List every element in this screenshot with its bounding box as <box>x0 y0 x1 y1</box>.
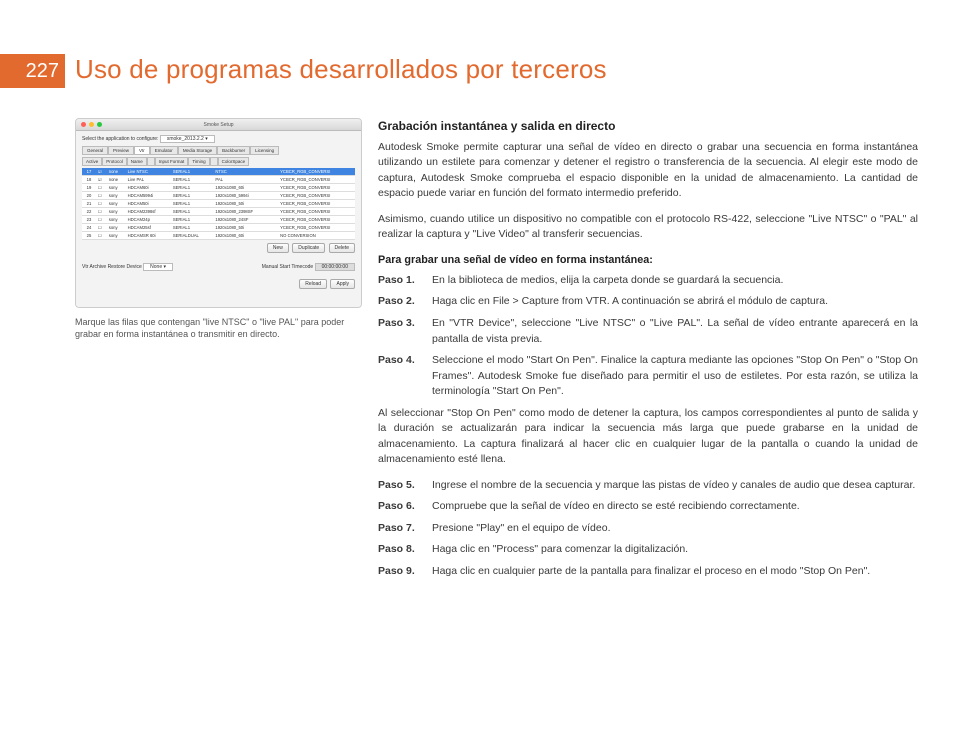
main-tab[interactable]: Emulator <box>150 146 178 155</box>
table-header-cell: Timing <box>188 157 209 166</box>
step-row: Paso 8. Haga clic en "Process" para comen… <box>378 542 918 558</box>
step-label: Paso 6. <box>378 499 424 515</box>
step-row: Paso 7. Presione "Play" en el equipo de v… <box>378 521 918 537</box>
table-header-cell: ColorSpace <box>218 157 250 166</box>
table-header-cell: Name <box>127 157 147 166</box>
apply-button[interactable]: Apply <box>330 279 355 289</box>
step-text: Ingrese el nombre de la secuencia y marq… <box>432 478 918 494</box>
duplicate-button[interactable]: Duplicate <box>292 243 325 253</box>
table-row[interactable]: 19sonyHDCAM60iSERIAL11920x1080_60iYCBCR_… <box>82 184 355 192</box>
left-column: Smoke Setup Select the application to co… <box>75 118 362 340</box>
table-header-cell: Active <box>82 157 102 166</box>
main-tab[interactable]: Licensing <box>250 146 279 155</box>
table-row[interactable]: 24sonyHDCAM25sfSERIAL11920x1080_50iYCBCR… <box>82 224 355 232</box>
page-title: Uso de programas desarrollados por terce… <box>75 54 607 85</box>
checkbox-icon[interactable] <box>98 169 102 174</box>
step-text: Haga clic en cualquier parte de la panta… <box>432 564 918 580</box>
step-text: Haga clic en "Process" para comenzar la … <box>432 542 918 558</box>
step-text: Compruebe que la señal de vídeo en direc… <box>432 499 918 515</box>
checkbox-icon[interactable] <box>98 209 102 214</box>
window-titlebar: Smoke Setup <box>76 119 361 131</box>
step-text: Haga clic en File > Capture from VTR. A … <box>432 294 918 310</box>
checkbox-icon[interactable] <box>98 193 102 198</box>
table-row[interactable]: 20sonyHDCAM5994iSERIAL11920x1080_5994iYC… <box>82 192 355 200</box>
table-row[interactable]: 23sonyHDCAM24pSERIAL11920x1080_24SFYCBCR… <box>82 216 355 224</box>
step-label: Paso 9. <box>378 564 424 580</box>
step-label: Paso 1. <box>378 273 424 289</box>
main-tab[interactable]: Preview <box>108 146 134 155</box>
delete-button[interactable]: Delete <box>329 243 355 253</box>
section-paragraph-2: Asimismo, cuando utilice un dispositivo … <box>378 212 918 243</box>
main-tabs: GeneralPreviewVtrEmulatorMedia StorageBa… <box>82 146 355 155</box>
table-row[interactable]: 25sonyHDCAMSR 60iSERIALDUAL1920x1080_60i… <box>82 232 355 240</box>
table-row[interactable]: 17noneLive NTSCSERIAL1NTSCYCBCR_RGB_CONV… <box>82 168 355 176</box>
table-row[interactable]: 18noneLive PALSERIAL1PALYCBCR_RGB_CONVER… <box>82 176 355 184</box>
zoom-icon[interactable] <box>97 122 102 127</box>
vtr-table: 17noneLive NTSCSERIAL1NTSCYCBCR_RGB_CONV… <box>82 168 355 240</box>
main-tab[interactable]: Backburner <box>217 146 250 155</box>
step-label: Paso 4. <box>378 353 424 400</box>
minimize-icon[interactable] <box>89 122 94 127</box>
step-label: Paso 3. <box>378 316 424 347</box>
section-paragraph-1: Autodesk Smoke permite capturar una seña… <box>378 140 918 202</box>
checkbox-icon[interactable] <box>98 177 102 182</box>
select-app-label: Select the application to configure: <box>82 136 158 142</box>
main-tab[interactable]: Media Storage <box>178 146 217 155</box>
new-button[interactable]: New <box>267 243 289 253</box>
checkbox-icon[interactable] <box>98 185 102 190</box>
window-body: Select the application to configure: smo… <box>76 131 361 308</box>
sub-heading: Para grabar una señal de vídeo en forma … <box>378 253 918 269</box>
step-text: En "VTR Device", seleccione "Live NTSC" … <box>432 316 918 347</box>
step-text: Seleccione el modo "Start On Pen". Final… <box>432 353 918 400</box>
step-row: Paso 6. Compruebe que la señal de vídeo e… <box>378 499 918 515</box>
section-heading: Grabación instantánea y salida en direct… <box>378 118 918 136</box>
timecode-label: Manual Start Timecode <box>262 264 313 270</box>
step-label: Paso 7. <box>378 521 424 537</box>
table-row[interactable]: 22sonyHDCAM2398sfSERIAL11920x1080_2398SF… <box>82 208 355 216</box>
step-row: Paso 2. Haga clic en File > Capture from … <box>378 294 918 310</box>
step-row: Paso 9. Haga clic en cualquier parte de l… <box>378 564 918 580</box>
step-label: Paso 2. <box>378 294 424 310</box>
archive-label: Vtr Archive Restore Device <box>82 264 142 270</box>
table-header-cell: Protocol <box>102 157 127 166</box>
step-label: Paso 8. <box>378 542 424 558</box>
window-title: Smoke Setup <box>76 119 361 131</box>
step-text: En la biblioteca de medios, elija la car… <box>432 273 918 289</box>
archive-dropdown[interactable]: None ▾ <box>143 263 173 271</box>
app-screenshot: Smoke Setup Select the application to co… <box>75 118 362 308</box>
table-header-cell: Input Format <box>155 157 189 166</box>
section-paragraph-3: Al seleccionar "Stop On Pen" como modo d… <box>378 406 918 468</box>
step-row: Paso 5. Ingrese el nombre de la secuencia… <box>378 478 918 494</box>
step-row: Paso 3. En "VTR Device", seleccione "Live… <box>378 316 918 347</box>
checkbox-icon[interactable] <box>98 217 102 222</box>
step-text: Presione "Play" en el equipo de vídeo. <box>432 521 918 537</box>
step-row: Paso 4.Seleccione el modo "Start On Pen"… <box>378 353 918 400</box>
table-header: ActiveProtocolName Input FormatTiming Colo… <box>82 157 355 166</box>
table-row[interactable]: 21sonyHDCAM50iSERIAL11920x1080_50iYCBCR_… <box>82 200 355 208</box>
table-header-cell <box>210 157 218 166</box>
reload-button[interactable]: Reload <box>299 279 327 289</box>
main-tab[interactable]: Vtr <box>134 146 150 155</box>
checkbox-icon[interactable] <box>98 225 102 230</box>
page-number-badge: 227 <box>0 54 65 88</box>
close-icon[interactable] <box>81 122 86 127</box>
figure-caption: Marque las filas que contengan "live NTS… <box>75 316 362 340</box>
step-label: Paso 5. <box>378 478 424 494</box>
checkbox-icon[interactable] <box>98 233 102 238</box>
select-app-dropdown[interactable]: smoke_2013.2.2 ▾ <box>160 135 215 143</box>
checkbox-icon[interactable] <box>98 201 102 206</box>
table-header-cell <box>147 157 155 166</box>
main-tab[interactable]: General <box>82 146 108 155</box>
right-column: Grabación instantánea y salida en direct… <box>378 118 918 585</box>
step-row: Paso 1. En la biblioteca de medios, elija… <box>378 273 918 289</box>
timecode-field[interactable]: 00:00:00:00 <box>315 263 355 271</box>
